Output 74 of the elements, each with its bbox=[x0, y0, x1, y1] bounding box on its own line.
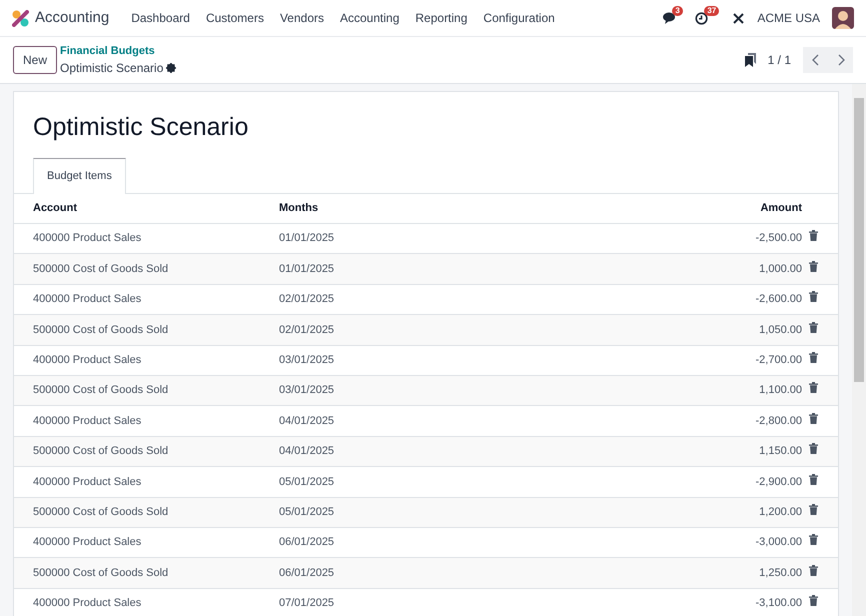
table-cell: -3,100.00 bbox=[552, 588, 808, 616]
trash-icon[interactable] bbox=[809, 474, 818, 485]
table-cell: 1,150.00 bbox=[552, 436, 808, 467]
scrollbar-thumb[interactable] bbox=[854, 98, 864, 382]
pager-value: 1 / 1 bbox=[768, 52, 791, 69]
record-name: Optimistic Scenario bbox=[60, 60, 164, 78]
trash-icon[interactable] bbox=[809, 352, 818, 363]
trash-icon[interactable] bbox=[809, 534, 818, 546]
table-cell: 02/01/2025 bbox=[278, 314, 552, 346]
table-cell: 1,100.00 bbox=[552, 375, 808, 406]
message-count: 3 bbox=[672, 6, 683, 16]
table-cell: 1,000.00 bbox=[552, 254, 808, 284]
table-cell: 500000 Cost of Goods Sold bbox=[14, 558, 278, 588]
avatar[interactable] bbox=[832, 7, 854, 29]
table-cell: -2,800.00 bbox=[552, 406, 808, 436]
bookmark-icon[interactable] bbox=[744, 53, 756, 67]
chevron-left-icon bbox=[812, 54, 820, 66]
trash-icon[interactable] bbox=[809, 564, 818, 576]
table-cell: 06/01/2025 bbox=[278, 558, 552, 588]
table-cell: 400000 Product Sales bbox=[14, 588, 278, 616]
previous-button[interactable] bbox=[803, 47, 828, 73]
table-cell: 05/01/2025 bbox=[278, 497, 552, 528]
table-cell: 500000 Cost of Goods Sold bbox=[14, 314, 278, 346]
trash-icon[interactable] bbox=[809, 412, 818, 424]
table-cell: 05/01/2025 bbox=[278, 466, 552, 498]
table-cell: 1,050.00 bbox=[552, 314, 808, 346]
trash-icon[interactable] bbox=[809, 291, 818, 302]
trash-icon[interactable] bbox=[809, 443, 818, 454]
table-cell: 01/01/2025 bbox=[278, 254, 552, 284]
breadcrumb-link[interactable]: Financial Budgets bbox=[60, 42, 176, 60]
tools-icon[interactable] bbox=[732, 12, 746, 24]
table-cell: 400000 Product Sales bbox=[14, 466, 278, 498]
app-name[interactable]: Accounting bbox=[35, 6, 110, 30]
table-cell: 03/01/2025 bbox=[278, 375, 552, 406]
trash-icon[interactable] bbox=[809, 595, 818, 606]
table-cell: 04/01/2025 bbox=[278, 406, 552, 436]
menu-item[interactable]: Reporting bbox=[407, 9, 476, 27]
table-cell: 500000 Cost of Goods Sold bbox=[14, 254, 278, 284]
trash-icon[interactable] bbox=[809, 230, 818, 242]
tab[interactable]: Budget Items bbox=[33, 158, 126, 194]
trash-icon[interactable] bbox=[809, 322, 818, 333]
table-cell: 500000 Cost of Goods Sold bbox=[14, 497, 278, 528]
activity-count: 37 bbox=[704, 6, 720, 16]
trash-icon[interactable] bbox=[809, 382, 818, 394]
new-button[interactable]: New bbox=[13, 46, 58, 74]
table-cell: 03/01/2025 bbox=[278, 345, 552, 376]
table-cell: -2,900.00 bbox=[552, 466, 808, 498]
settings-icon[interactable] bbox=[166, 63, 176, 74]
chevron-right-icon bbox=[836, 54, 844, 66]
app-logo-icon[interactable] bbox=[12, 10, 29, 26]
trash-icon[interactable] bbox=[809, 260, 818, 272]
table-cell: 04/01/2025 bbox=[278, 436, 552, 467]
table-cell: 400000 Product Sales bbox=[14, 345, 278, 376]
menu-item[interactable]: Dashboard bbox=[123, 9, 198, 27]
table-cell: 500000 Cost of Goods Sold bbox=[14, 436, 278, 467]
clock-icon[interactable] bbox=[695, 12, 708, 24]
column-header[interactable]: Account bbox=[14, 194, 278, 224]
column-header[interactable]: Amount bbox=[552, 194, 808, 224]
table-cell: 500000 Cost of Goods Sold bbox=[14, 375, 278, 406]
table-cell: 400000 Product Sales bbox=[14, 406, 278, 436]
menu-item[interactable]: Configuration bbox=[475, 9, 563, 27]
chat-icon[interactable] bbox=[663, 12, 678, 24]
menu-item[interactable]: Accounting bbox=[332, 9, 408, 27]
menu-item[interactable]: Customers bbox=[198, 9, 272, 27]
next-button[interactable] bbox=[828, 47, 853, 73]
table-cell: 1,250.00 bbox=[552, 558, 808, 588]
form-title: Optimistic Scenario bbox=[33, 112, 250, 142]
table-cell: -2,700.00 bbox=[552, 345, 808, 376]
column-header[interactable]: Months bbox=[278, 194, 552, 224]
menu-item[interactable]: Vendors bbox=[272, 9, 332, 27]
company-name[interactable]: ACME USA bbox=[757, 9, 820, 27]
table-cell: 1,200.00 bbox=[552, 497, 808, 528]
table-cell: 07/01/2025 bbox=[278, 588, 552, 616]
trash-icon[interactable] bbox=[809, 504, 818, 515]
